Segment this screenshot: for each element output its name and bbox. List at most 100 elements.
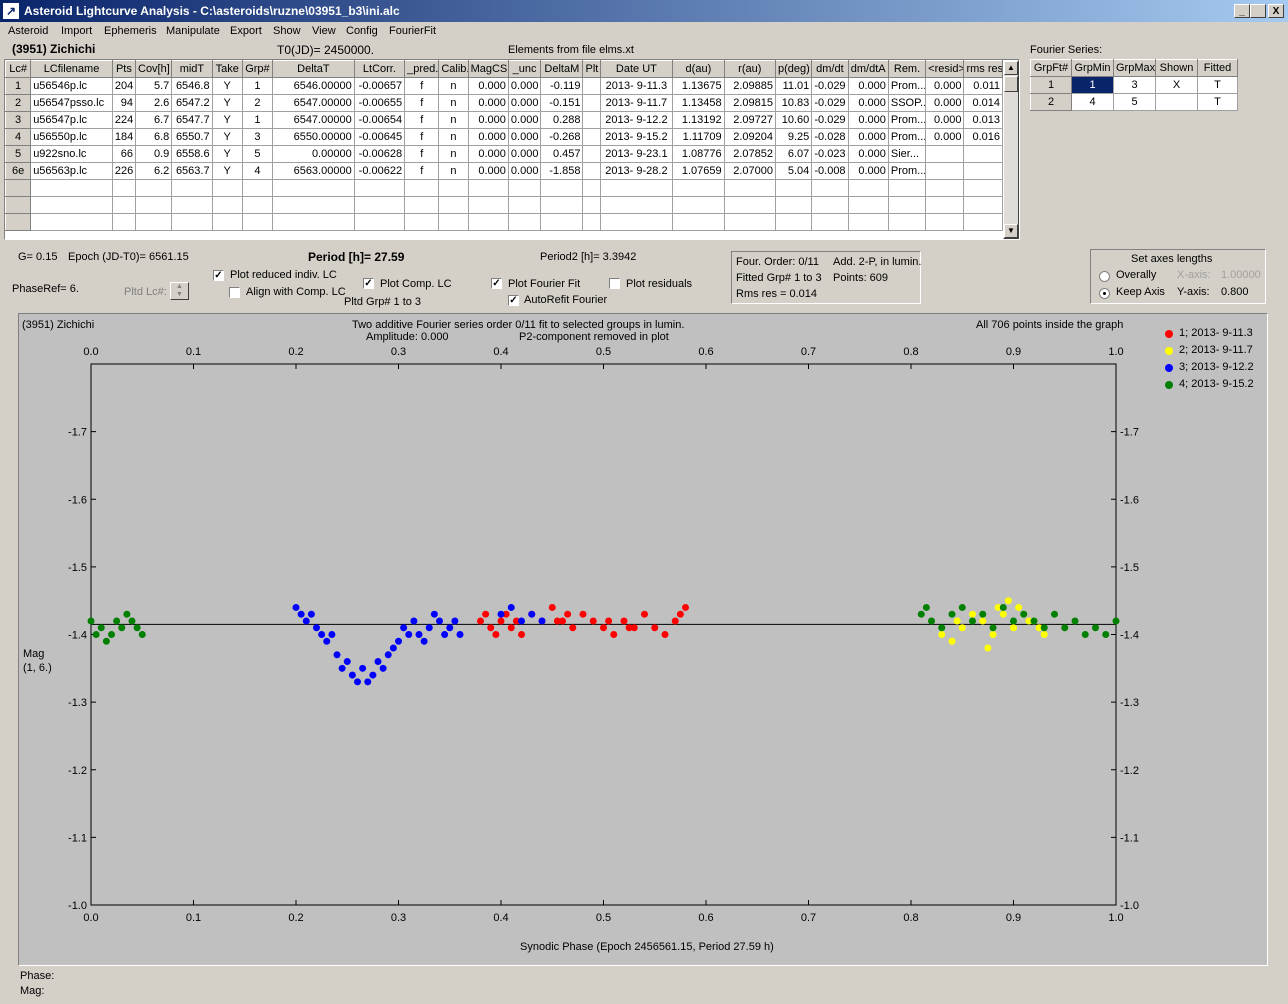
column-header[interactable]: Rem.: [887, 60, 927, 78]
table-cell[interactable]: 0.000: [847, 77, 889, 95]
empty-cell[interactable]: [5, 179, 32, 197]
empty-cell[interactable]: [30, 179, 113, 197]
table-cell[interactable]: 0.000: [467, 111, 509, 129]
table-cell[interactable]: 0.000: [467, 77, 509, 95]
table-cell[interactable]: Y: [211, 94, 243, 112]
empty-cell[interactable]: [5, 196, 32, 214]
empty-cell[interactable]: [134, 213, 173, 231]
table-cell[interactable]: -0.023: [811, 145, 849, 163]
table-cell[interactable]: 1.11709: [672, 128, 725, 146]
table-cell[interactable]: 2.6: [134, 94, 173, 112]
table-cell[interactable]: [582, 94, 601, 112]
table-cell[interactable]: 226: [111, 162, 137, 180]
table-cell[interactable]: 6547.2: [171, 94, 213, 112]
empty-cell[interactable]: [5, 213, 32, 231]
table-cell[interactable]: 6547.00000: [272, 94, 355, 112]
scroll-up-icon[interactable]: ▲: [1004, 61, 1018, 75]
table-cell[interactable]: 5.7: [134, 77, 173, 95]
plot-comp-checkbox[interactable]: ✓: [363, 278, 374, 289]
table-cell[interactable]: 1.13675: [672, 77, 725, 95]
table-cell[interactable]: u56547psso.lc: [30, 94, 113, 112]
empty-row[interactable]: [5, 196, 1003, 214]
table-cell[interactable]: f: [404, 111, 440, 129]
empty-cell[interactable]: [111, 196, 137, 214]
empty-cell[interactable]: [599, 179, 674, 197]
table-cell[interactable]: f: [404, 145, 440, 163]
column-header[interactable]: Fitted: [1197, 59, 1238, 77]
column-header[interactable]: rms res: [963, 60, 1003, 78]
column-header[interactable]: p(deg): [774, 60, 813, 78]
table-cell[interactable]: f: [404, 162, 440, 180]
empty-cell[interactable]: [540, 179, 584, 197]
empty-cell[interactable]: [211, 196, 243, 214]
empty-cell[interactable]: [925, 179, 965, 197]
scroll-down-icon[interactable]: ▼: [1004, 224, 1018, 238]
table-cell[interactable]: Y: [211, 162, 243, 180]
table-cell[interactable]: 6563.7: [171, 162, 213, 180]
table-cell[interactable]: n: [438, 145, 469, 163]
table-cell[interactable]: 1.13192: [672, 111, 725, 129]
table-cell[interactable]: T: [1197, 76, 1238, 94]
row-header[interactable]: 2: [5, 94, 32, 112]
table-cell[interactable]: 0.00000: [272, 145, 355, 163]
empty-cell[interactable]: [404, 213, 440, 231]
table-cell[interactable]: 0.013: [963, 111, 1003, 129]
table-cell[interactable]: Prom...: [887, 111, 927, 129]
table-cell[interactable]: 6558.6: [171, 145, 213, 163]
column-header[interactable]: Grp#: [241, 60, 274, 78]
table-cell[interactable]: [1155, 93, 1198, 111]
keep-axis-radio[interactable]: [1099, 288, 1110, 299]
table-cell[interactable]: 9.25: [774, 128, 813, 146]
table-cell[interactable]: 0.011: [963, 77, 1003, 95]
table-cell[interactable]: 1.08776: [672, 145, 725, 163]
empty-cell[interactable]: [582, 179, 601, 197]
table-cell[interactable]: 0.014: [963, 94, 1003, 112]
table-cell[interactable]: 0.288: [540, 111, 584, 129]
table-cell[interactable]: T: [1197, 93, 1238, 111]
period2-label[interactable]: Period2 [h]= 3.3942: [540, 251, 636, 263]
table-cell[interactable]: Y: [211, 77, 243, 95]
empty-cell[interactable]: [353, 213, 406, 231]
table-row[interactable]: 5 u922sno.lc 66 0.9 6558.6 Y 5 0.00000 -0.00628 f…: [5, 145, 1003, 163]
table-cell[interactable]: -0.00622: [353, 162, 406, 180]
table-cell[interactable]: 10.60: [774, 111, 813, 129]
table-cell[interactable]: Prom...: [887, 77, 927, 95]
table-cell[interactable]: 0.000: [925, 94, 965, 112]
table-cell[interactable]: f: [404, 94, 440, 112]
table-cell[interactable]: [582, 77, 601, 95]
table-cell[interactable]: 1: [241, 111, 274, 129]
overally-radio[interactable]: [1099, 271, 1110, 282]
empty-cell[interactable]: [134, 179, 173, 197]
table-cell[interactable]: 0.000: [507, 77, 542, 95]
table-cell[interactable]: 0.016: [963, 128, 1003, 146]
row-header[interactable]: 5: [5, 145, 32, 163]
row-header[interactable]: 1: [1030, 76, 1072, 94]
column-header[interactable]: _unc: [507, 60, 542, 78]
table-cell[interactable]: f: [404, 128, 440, 146]
empty-cell[interactable]: [599, 196, 674, 214]
column-header[interactable]: Plt: [582, 60, 601, 78]
column-header[interactable]: dm/dt: [811, 60, 849, 78]
table-cell[interactable]: 3: [241, 128, 274, 146]
table-cell[interactable]: n: [438, 162, 469, 180]
table-cell[interactable]: 1.13458: [672, 94, 725, 112]
menu-asteroid[interactable]: Asteroid: [8, 25, 48, 37]
phaseref-label[interactable]: PhaseRef= 6.: [12, 283, 79, 295]
table-cell[interactable]: 6550.7: [171, 128, 213, 146]
table-cell[interactable]: u56547p.lc: [30, 111, 113, 129]
table-row[interactable]: 3 u56547p.lc 224 6.7 6547.7 Y 1 6547.00000 -0.00…: [5, 111, 1003, 129]
table-cell[interactable]: [582, 111, 601, 129]
menu-config[interactable]: Config: [346, 25, 378, 37]
empty-cell[interactable]: [467, 179, 509, 197]
column-header[interactable]: midT: [171, 60, 213, 78]
table-cell[interactable]: 2013- 9-15.2: [599, 128, 674, 146]
table-cell[interactable]: -0.00657: [353, 77, 406, 95]
menu-import[interactable]: Import: [61, 25, 92, 37]
empty-cell[interactable]: [723, 179, 777, 197]
table-cell[interactable]: 94: [111, 94, 137, 112]
empty-cell[interactable]: [847, 213, 889, 231]
table-cell[interactable]: 4: [1071, 93, 1114, 111]
empty-cell[interactable]: [963, 213, 1003, 231]
column-header[interactable]: r(au): [723, 60, 777, 78]
table-cell[interactable]: f: [404, 77, 440, 95]
